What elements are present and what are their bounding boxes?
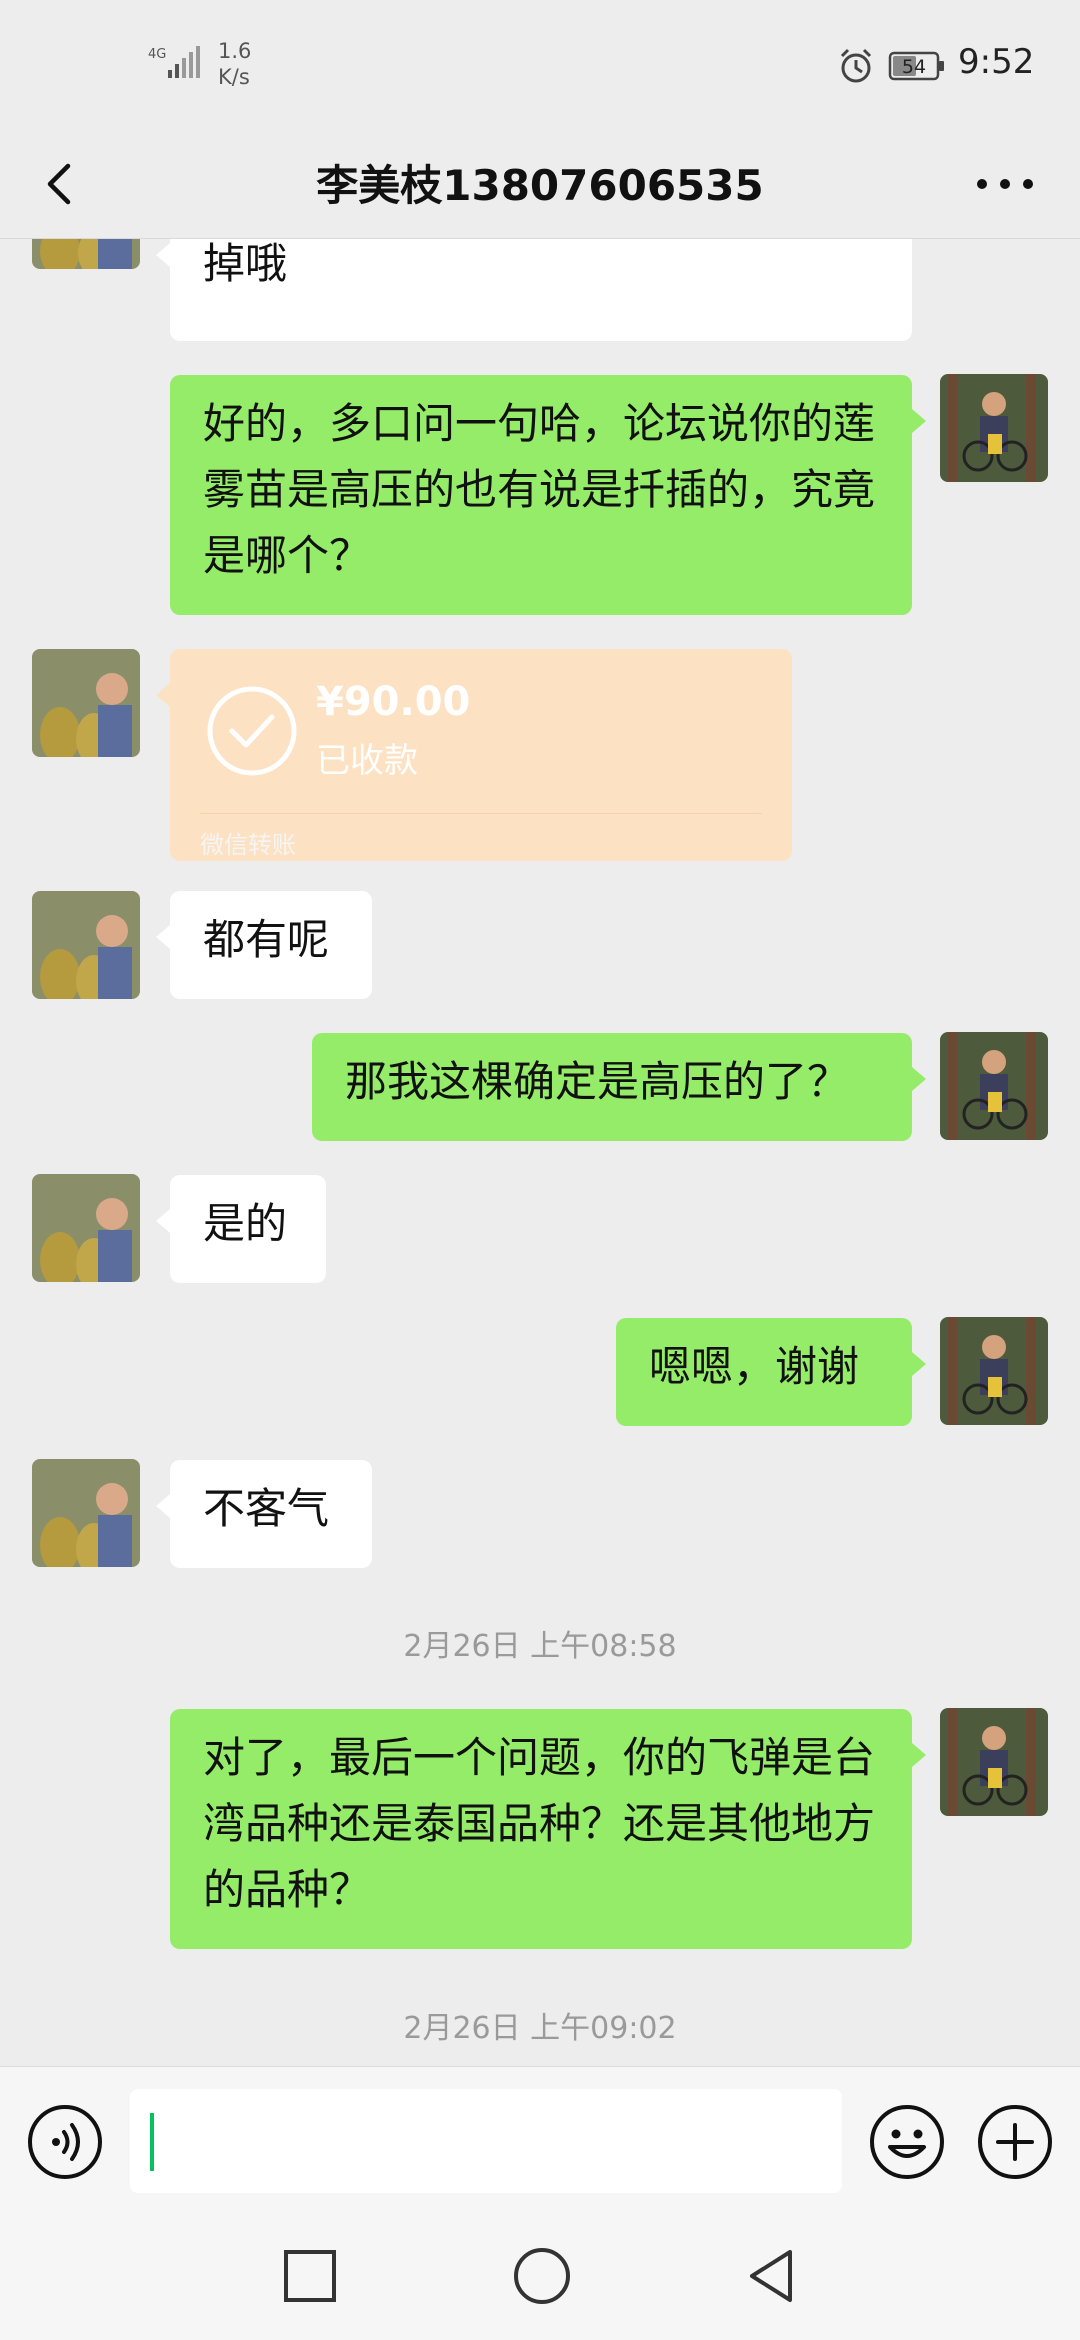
text-caret: [150, 2113, 154, 2171]
system-nav-bar: [0, 2212, 1080, 2340]
my-avatar[interactable]: [940, 1317, 1048, 1425]
message-bubble-incoming[interactable]: 是的: [156, 1175, 326, 1283]
message-bubble-outgoing[interactable]: 好的，多口问一句哈，论坛说你的莲雾苗是高压的也有说是扦插的，究竟是哪个？: [170, 375, 926, 615]
message-input[interactable]: [130, 2089, 842, 2193]
speed-value: 1.6: [218, 39, 252, 63]
status-bar: 4G 1.6 K/s 54 9:52: [0, 0, 1080, 130]
transfer-status: 已收款: [316, 741, 418, 781]
contact-avatar[interactable]: [32, 891, 140, 999]
contact-avatar[interactable]: [32, 1174, 140, 1282]
my-avatar[interactable]: [940, 1032, 1048, 1140]
transfer-card[interactable]: ¥90.00 已收款 微信转账: [156, 649, 792, 861]
message-bubble-outgoing[interactable]: 嗯嗯，谢谢: [616, 1318, 926, 1426]
chat-header: 李美枝13807606535: [0, 130, 1080, 239]
emoji-icon[interactable]: [868, 2103, 946, 2181]
contact-avatar[interactable]: [32, 239, 140, 269]
my-avatar[interactable]: [940, 374, 1048, 482]
alarm-icon: [840, 48, 872, 83]
input-bar: [0, 2066, 1080, 2213]
timestamp: 2月26日 上午09:02: [403, 2011, 677, 2046]
message-bubble-outgoing[interactable]: 对了，最后一个问题，你的飞弹是台湾品种还是泰国品种？还是其他地方的品种？: [170, 1709, 926, 1949]
check-circle-icon: [207, 686, 297, 776]
clock: 9:52: [958, 42, 1035, 82]
message-bubble-outgoing[interactable]: 那我这棵确定是高压的了？: [312, 1033, 926, 1141]
more-dots-icon[interactable]: [960, 150, 1050, 218]
message-bubble-incoming[interactable]: 不客气: [156, 1460, 372, 1568]
message-list[interactable]: 掉哦 好的，多口问一句哈，论坛说你的莲雾苗是高压的也有说是扦插的，究竟是哪个？ …: [0, 239, 1080, 2065]
speed-unit: K/s: [218, 65, 250, 89]
divider: [200, 813, 762, 814]
recent-apps-icon[interactable]: [280, 2246, 340, 2306]
plus-icon[interactable]: [976, 2103, 1054, 2181]
home-icon[interactable]: [510, 2244, 574, 2308]
message-bubble-incoming[interactable]: 都有呢: [156, 891, 372, 999]
signal-icon: 4G: [148, 46, 200, 78]
chat-title[interactable]: 李美枝13807606535: [0, 152, 1080, 213]
contact-avatar[interactable]: [32, 1459, 140, 1567]
message-bubble-incoming[interactable]: 掉哦: [156, 239, 912, 341]
battery-level: 54: [902, 56, 926, 78]
timestamp: 2月26日 上午08:58: [403, 1629, 677, 1664]
my-avatar[interactable]: [940, 1708, 1048, 1816]
transfer-label: 微信转账: [200, 831, 296, 859]
message-text: 掉哦: [203, 239, 288, 288]
network-speed: 1.6 K/s: [218, 38, 251, 90]
transfer-amount: ¥90.00: [316, 679, 471, 725]
network-type: 4G: [148, 47, 166, 62]
battery-icon: 54: [888, 51, 944, 81]
voice-icon[interactable]: [26, 2103, 104, 2181]
back-triangle-icon[interactable]: [740, 2244, 804, 2308]
contact-avatar[interactable]: [32, 649, 140, 757]
